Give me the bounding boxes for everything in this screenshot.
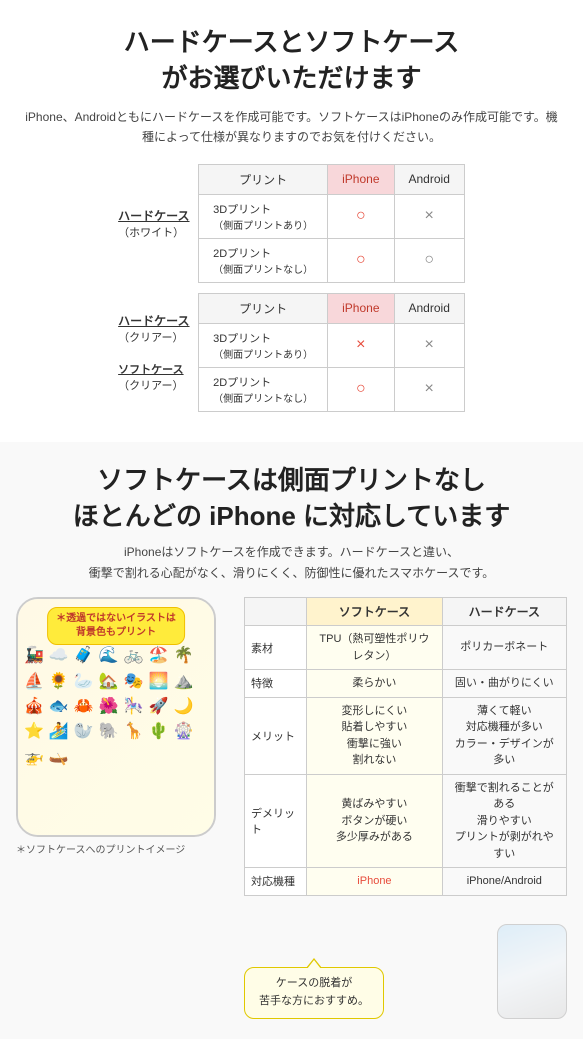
ctbl-device-hard: iPhone/Android [442, 868, 566, 896]
table2-row2-android: × [394, 367, 464, 411]
ctbl-merit-hard: 薄くて軽い 対応機種が多い カラー・デザインが多い [442, 697, 566, 774]
phone-illustration: ＊透過ではないイラストは 背景色もプリント 🚂☁️🧳🌊🚲 🏖️🌴⛵🌻🦢 🏡🎭🌅⛰… [16, 597, 216, 837]
phone-image-wrap: ＊透過ではないイラストは 背景色もプリント 🚂☁️🧳🌊🚲 🏖️🌴⛵🌻🦢 🏡🎭🌅⛰… [16, 597, 236, 856]
table1-left-label: ハードケース （ホワイト） [118, 164, 198, 283]
ctbl-col-blank [245, 598, 307, 626]
ctbl-merit-label: メリット [245, 697, 307, 774]
table2-left-labels: ハードケース （クリアー） ソフトケース （クリアー） [118, 293, 198, 412]
ctbl-demerit-soft: 黄ばみやすい ボタンが硬い 多少厚みがある [307, 774, 442, 868]
table2-col-print: プリント [199, 293, 328, 323]
table1-row1: 3Dプリント（側面プリントあり） ○ × [199, 194, 465, 238]
table2-row2-iphone: ○ [328, 367, 394, 411]
ctbl-row-feature: 特徴 柔らかい 固い・曲がりにくい [245, 670, 567, 698]
ctbl-material-label: 素材 [245, 626, 307, 670]
section2-soft-case: ソフトケースは側面プリントなし ほとんどの iPhone に対応しています iP… [0, 442, 583, 1039]
ctbl-row-demerit: デメリット 黄ばみやすい ボタンが硬い 多少厚みがある 衝撃で割れることがある … [245, 774, 567, 868]
table2-row1: 3Dプリント（側面プリントあり） × × [199, 323, 465, 367]
table1-row2-label: 2Dプリント（側面プリントなし） [199, 238, 328, 282]
ctbl-demerit-label: デメリット [245, 774, 307, 868]
ctbl-device-label: 対応機種 [245, 868, 307, 896]
table1-row2: 2Dプリント（側面プリントなし） ○ ○ [199, 238, 465, 282]
bottom-content: ＊透過ではないイラストは 背景色もプリント 🚂☁️🧳🌊🚲 🏖️🌴⛵🌻🦢 🏡🎭🌅⛰… [16, 597, 567, 1019]
ctbl-row-merit: メリット 変形しにくい 貼着しやすい 衝撃に強い 割れない 薄くて軽い 対応機種… [245, 697, 567, 774]
table1-row1-label: 3Dプリント（側面プリントあり） [199, 194, 328, 238]
ctbl-row-material: 素材 TPU（熱可塑性ポリウレタン） ポリカーボネート [245, 626, 567, 670]
ctbl-row-device: 対応機種 iPhone iPhone/Android [245, 868, 567, 896]
table1-group: ハードケース （ホワイト） プリント iPhone Android 3Dプリント… [20, 164, 563, 283]
section2-title: ソフトケースは側面プリントなし ほとんどの iPhone に対応しています [16, 462, 567, 535]
table2-row2: 2Dプリント（側面プリントなし） ○ × [199, 367, 465, 411]
clear-phone-image [497, 924, 567, 1019]
callout-bubble: ケースの脱着が 苦手な方におすすめ。 [244, 967, 384, 1018]
ctbl-demerit-hard: 衝撃で割れることがある 滑りやすい プリントが剥がれやすい [442, 774, 566, 868]
section1-title: ハードケースとソフトケース がお選びいただけます [20, 24, 563, 97]
table2-row1-android: × [394, 323, 464, 367]
table2-group: ハードケース （クリアー） ソフトケース （クリアー） プリント iPhone … [20, 293, 563, 412]
table1-col-android: Android [394, 164, 464, 194]
section1-hard-soft: ハードケースとソフトケース がお選びいただけます iPhone、Androidと… [0, 0, 583, 442]
table1-row1-android: × [394, 194, 464, 238]
table1-row2-iphone: ○ [328, 238, 394, 282]
table2-row1-iphone: × [328, 323, 394, 367]
comparison-right: ソフトケース ハードケース 素材 TPU（熱可塑性ポリウレタン） ポリカーボネー… [244, 597, 567, 1019]
ctbl-merit-soft: 変形しにくい 貼着しやすい 衝撃に強い 割れない [307, 697, 442, 774]
ctbl-col-hard: ハードケース [442, 598, 566, 626]
ctbl-device-soft: iPhone [307, 868, 442, 896]
table2-col-iphone: iPhone [328, 293, 394, 323]
table2-row2-label: 2Dプリント（側面プリントなし） [199, 367, 328, 411]
table2: プリント iPhone Android 3Dプリント（側面プリントあり） × × [198, 293, 465, 412]
ctbl-material-hard: ポリカーボネート [442, 626, 566, 670]
table1-row1-iphone: ○ [328, 194, 394, 238]
table2-row1-label: 3Dプリント（側面プリントあり） [199, 323, 328, 367]
ctbl-col-soft: ソフトケース [307, 598, 442, 626]
table1: プリント iPhone Android 3Dプリント（側面プリントあり） ○ × [198, 164, 465, 283]
phone-bubble-label: ＊透過ではないイラストは 背景色もプリント [47, 607, 185, 645]
table2-col-android: Android [394, 293, 464, 323]
ctbl-material-soft: TPU（熱可塑性ポリウレタン） [307, 626, 442, 670]
phone-note: ＊ソフトケースへのプリントイメージ [16, 841, 236, 856]
ctbl-feature-soft: 柔らかい [307, 670, 442, 698]
section1-description: iPhone、Androidともにハードケースを作成可能です。ソフトケースはiP… [20, 107, 563, 148]
section2-description: iPhoneはソフトケースを作成できます。ハードケースと違い、 衝撃で割れる心配… [16, 542, 567, 583]
table1-col-iphone: iPhone [328, 164, 394, 194]
ctbl-feature-label: 特徴 [245, 670, 307, 698]
ctbl-feature-hard: 固い・曲がりにくい [442, 670, 566, 698]
table1-col-print: プリント [199, 164, 328, 194]
comparison-table: ソフトケース ハードケース 素材 TPU（熱可塑性ポリウレタン） ポリカーボネー… [244, 597, 567, 896]
table1-row2-android: ○ [394, 238, 464, 282]
